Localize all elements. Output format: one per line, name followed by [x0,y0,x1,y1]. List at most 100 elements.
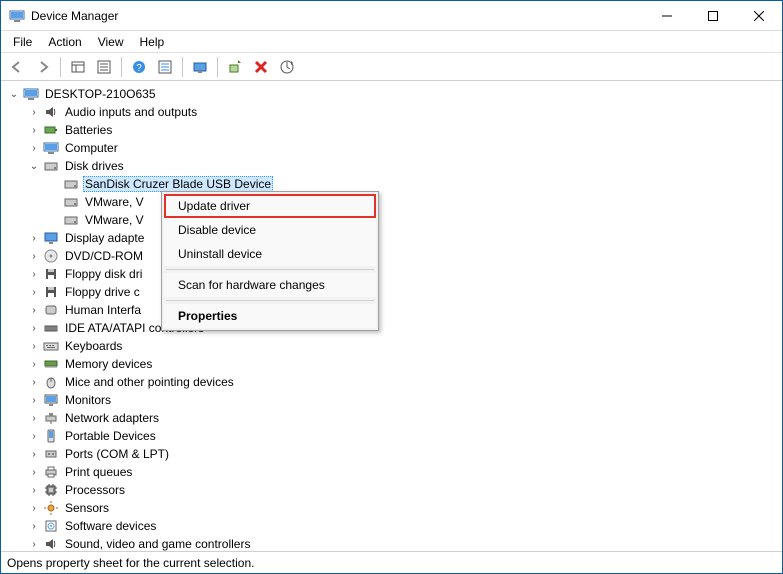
tree-row[interactable]: › Floppy drive c [23,283,780,301]
close-button[interactable] [736,1,782,31]
properties-button[interactable] [92,56,116,78]
menu-file[interactable]: File [5,33,40,51]
root-label[interactable]: DESKTOP-210O635 [43,86,158,102]
chevron-right-icon[interactable]: › [27,123,41,137]
tree-node-label[interactable]: VMware, V [83,194,146,210]
tree-node-label[interactable]: Batteries [63,122,114,138]
tree-row[interactable]: › Display adapte [23,229,780,247]
tree-root-row[interactable]: ⌄ DESKTOP-210O635 [3,85,780,103]
chevron-right-icon[interactable]: › [27,429,41,443]
scan-hardware-button[interactable] [188,56,212,78]
back-button[interactable] [5,56,29,78]
tree-row[interactable]: › Ports (COM & LPT) [23,445,780,463]
tree-node-label[interactable]: Audio inputs and outputs [63,104,199,120]
menu-help[interactable]: Help [132,33,173,51]
tree-node-label[interactable]: Floppy disk dri [63,266,144,282]
tree-node-label[interactable]: Mice and other pointing devices [63,374,236,390]
tree-node-label[interactable]: Sound, video and game controllers [63,536,252,551]
tree-node-label[interactable]: Disk drives [63,158,126,174]
tree-row[interactable]: › Human Interfa [23,301,780,319]
tree-node-label[interactable]: Display adapte [63,230,146,246]
forward-button[interactable] [31,56,55,78]
tree-row[interactable]: › Sensors [23,499,780,517]
chevron-right-icon[interactable]: › [27,249,41,263]
tree-node-label[interactable]: Network adapters [63,410,161,426]
device-tree[interactable]: ⌄ DESKTOP-210O635 › Audio inputs and outp… [1,81,782,551]
tree-row[interactable]: SanDisk Cruzer Blade USB Device [43,175,780,193]
chevron-down-icon[interactable]: ⌄ [27,159,41,173]
chevron-right-icon[interactable]: › [27,519,41,533]
chevron-right-icon[interactable]: › [27,465,41,479]
list-button[interactable] [153,56,177,78]
tree-row[interactable]: VMware, V [43,193,780,211]
titlebar[interactable]: Device Manager [1,1,782,31]
tree-node-label[interactable]: Monitors [63,392,113,408]
chevron-right-icon[interactable]: › [27,357,41,371]
uninstall-button[interactable] [249,56,273,78]
tree-row[interactable]: › Network adapters [23,409,780,427]
scan-button[interactable] [275,56,299,78]
tree-row[interactable]: › Audio inputs and outputs [23,103,780,121]
tree-row[interactable]: › Monitors [23,391,780,409]
chevron-right-icon[interactable]: › [27,267,41,281]
context-menu-item[interactable]: Disable device [164,218,376,242]
tree-row[interactable]: ›IDE ATA/ATAPI controllers [23,319,780,337]
tree-node-label[interactable]: Computer [63,140,120,156]
maximize-button[interactable] [690,1,736,31]
tree-row[interactable]: ⌄ Disk drives [23,157,780,175]
tree-row[interactable]: › Batteries [23,121,780,139]
chevron-right-icon[interactable]: › [27,231,41,245]
tree-node-label[interactable]: Memory devices [63,356,154,372]
minimize-button[interactable] [644,1,690,31]
tree-row[interactable]: › Keyboards [23,337,780,355]
context-menu-item[interactable]: Properties [164,304,376,328]
help-button[interactable]: ? [127,56,151,78]
tree-row[interactable]: › Memory devices [23,355,780,373]
tree-row[interactable]: › Print queues [23,463,780,481]
tree-node-label[interactable]: Keyboards [63,338,124,354]
tree-row[interactable]: › Mice and other pointing devices [23,373,780,391]
chevron-right-icon[interactable]: › [27,537,41,551]
tree-node-label[interactable]: Sensors [63,500,111,516]
chevron-right-icon[interactable]: › [27,501,41,515]
chevron-right-icon[interactable]: › [27,321,41,335]
tree-node-label[interactable]: SanDisk Cruzer Blade USB Device [83,176,273,192]
chevron-right-icon[interactable]: › [27,393,41,407]
tree-node-label[interactable]: Portable Devices [63,428,158,444]
chevron-right-icon[interactable]: › [27,141,41,155]
tree-row[interactable]: › Sound, video and game controllers [23,535,780,551]
expander-icon[interactable]: ⌄ [7,87,21,101]
context-menu-item[interactable]: Scan for hardware changes [164,273,376,297]
tree-node-label[interactable]: DVD/CD-ROM [63,248,145,264]
tree-row[interactable]: › Portable Devices [23,427,780,445]
chevron-right-icon[interactable]: › [27,339,41,353]
tree-node-label[interactable]: Floppy drive c [63,284,142,300]
context-menu-item[interactable]: Update driver [164,194,376,218]
tree-row[interactable]: › Floppy disk dri [23,265,780,283]
tree-node-label[interactable]: Software devices [63,518,158,534]
chevron-right-icon[interactable]: › [27,303,41,317]
context-menu-item[interactable]: Uninstall device [164,242,376,266]
menu-view[interactable]: View [90,33,132,51]
tree-row[interactable]: VMware, V [43,211,780,229]
floppy-icon [43,266,59,282]
tree-node-label[interactable]: Print queues [63,464,134,480]
chevron-right-icon[interactable]: › [27,411,41,425]
chevron-right-icon[interactable]: › [27,483,41,497]
update-driver-button[interactable] [223,56,247,78]
toolbar: ? [1,53,782,81]
chevron-right-icon[interactable]: › [27,285,41,299]
chevron-right-icon[interactable]: › [27,375,41,389]
tree-node-label[interactable]: Human Interfa [63,302,143,318]
tree-row[interactable]: › Processors [23,481,780,499]
tree-node-label[interactable]: VMware, V [83,212,146,228]
chevron-right-icon[interactable]: › [27,447,41,461]
tree-node-label[interactable]: Processors [63,482,127,498]
tree-row[interactable]: › Computer [23,139,780,157]
tree-row[interactable]: › DVD/CD-ROM [23,247,780,265]
tree-node-label[interactable]: Ports (COM & LPT) [63,446,171,462]
menu-action[interactable]: Action [40,33,89,51]
tree-row[interactable]: › Software devices [23,517,780,535]
show-hide-console-button[interactable] [66,56,90,78]
chevron-right-icon[interactable]: › [27,105,41,119]
